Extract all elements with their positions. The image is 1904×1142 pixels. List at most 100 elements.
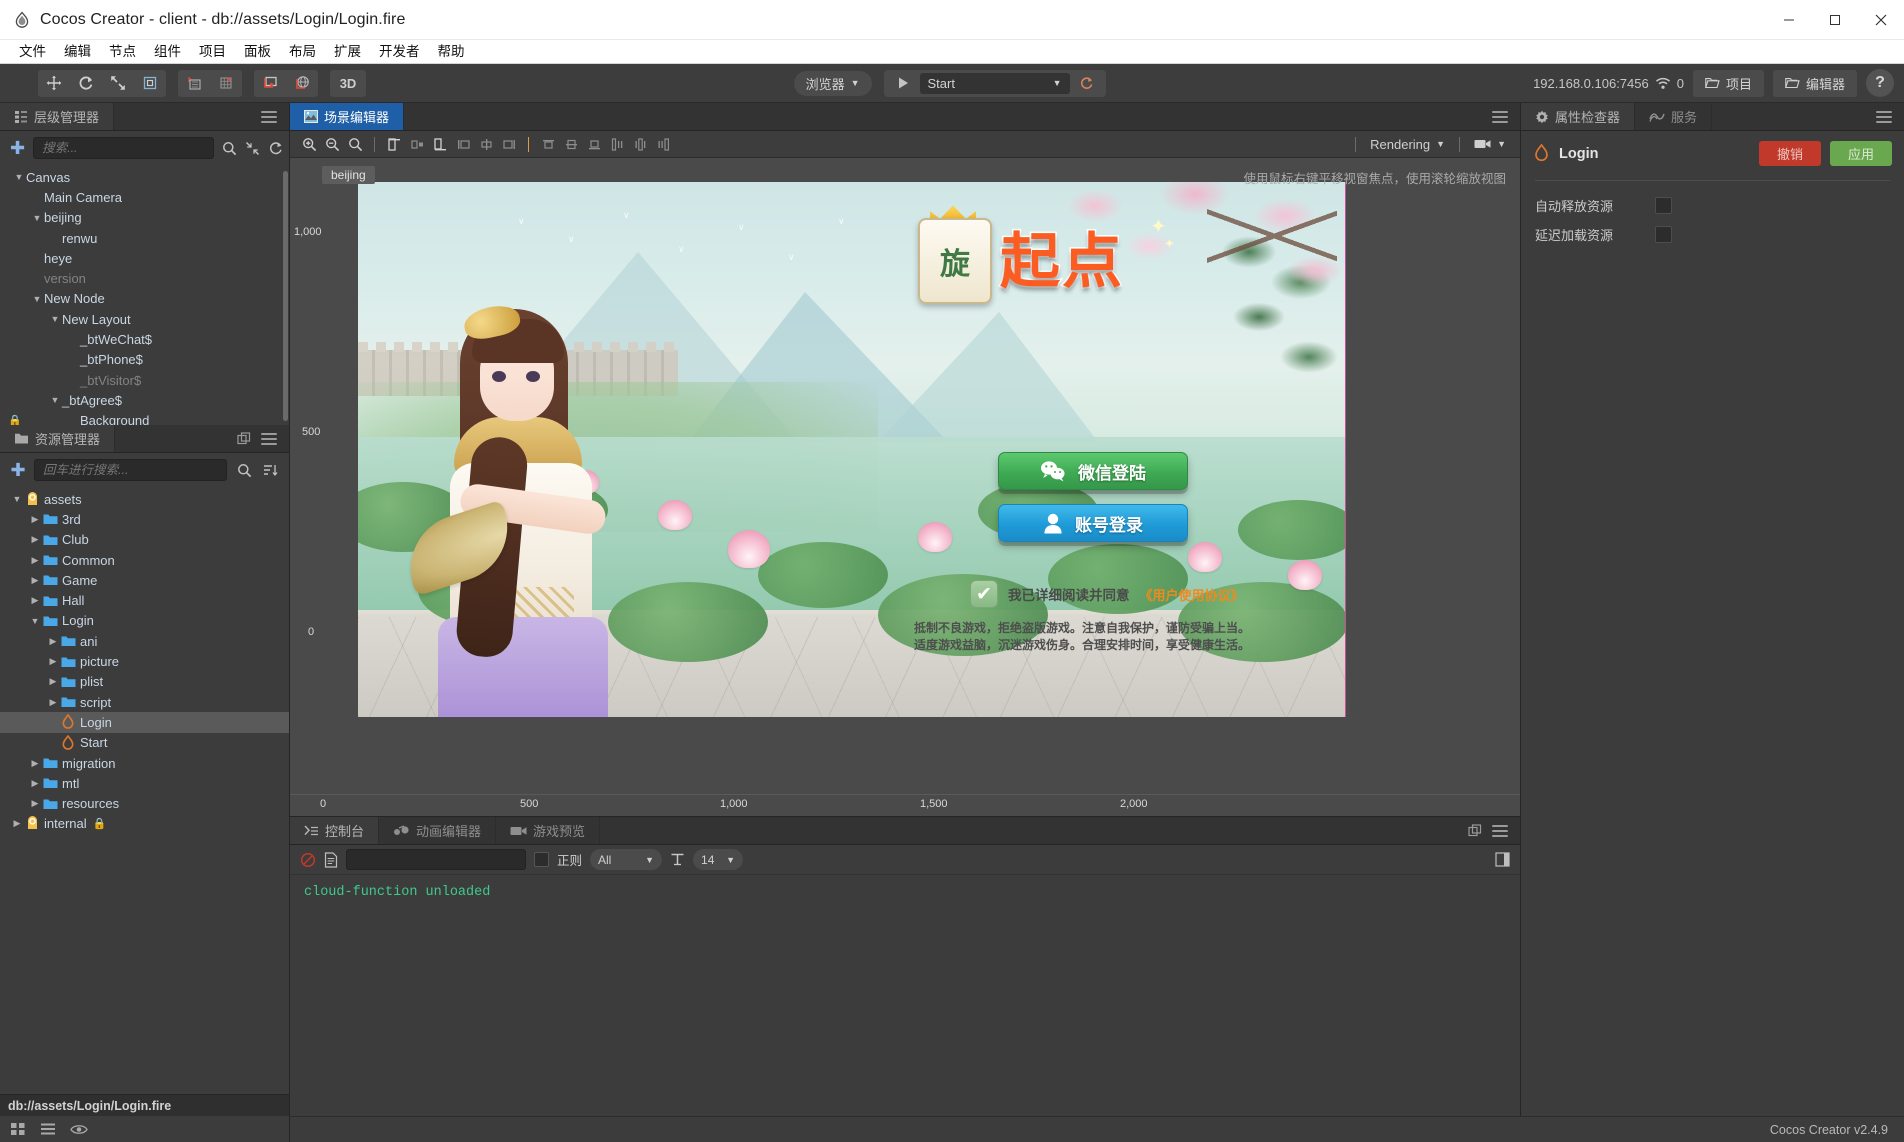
align-bottom-icon[interactable] [583,133,605,155]
hierarchy-node-main-camera[interactable]: Main Camera [0,187,289,207]
distribute-center-icon[interactable] [475,133,497,155]
search-icon[interactable] [222,141,237,156]
chevron-right-icon[interactable]: ▶ [46,676,60,687]
asset-item-login[interactable]: ▼ Login [0,611,289,631]
assets-tree[interactable]: ▼ assets ▶ 3rd ▶ Club ▶ Common ▶ Game ▶ Hall ▼ Login ▶… [0,487,289,1094]
chevron-right-icon[interactable]: ▶ [28,514,42,525]
dimension-toggle-button[interactable]: 3D [330,69,366,97]
asset-item-script[interactable]: ▶ script [0,692,289,712]
align-vertical-center-icon[interactable] [560,133,582,155]
hierarchy-node-renwu[interactable]: renwu [0,228,289,248]
clear-icon[interactable] [300,852,316,868]
property-lazy-load-checkbox[interactable] [1655,226,1672,243]
chevron-right-icon[interactable]: ▶ [28,595,42,606]
file-icon[interactable] [324,851,338,868]
asset-item-hall[interactable]: ▶ Hall [0,590,289,610]
close-button[interactable] [1858,0,1904,40]
tab-game-preview[interactable]: 游戏预览 [496,817,601,844]
chevron-down-icon[interactable]: ▼ [30,213,44,223]
chevron-right-icon[interactable]: ▶ [28,778,42,789]
align-left-icon[interactable] [383,133,405,155]
wechat-login-button[interactable]: 微信登陆 [998,452,1188,490]
pivot-anchor-icon[interactable] [178,70,210,97]
menu-item-project[interactable]: 项目 [190,41,235,63]
move-tool-icon[interactable] [38,70,70,97]
asset-item-ani[interactable]: ▶ ani [0,631,289,651]
chevron-down-icon[interactable]: ▼ [28,616,42,626]
camera-dropdown[interactable]: ▼ [1468,138,1512,150]
hierarchy-node-heye[interactable]: heye [0,248,289,268]
menu-item-developer[interactable]: 开发者 [370,41,429,63]
hamburger-icon[interactable] [1492,822,1508,840]
chevron-right-icon[interactable]: ▶ [46,656,60,667]
plus-icon[interactable]: ✚ [10,461,26,479]
chevron-right-icon[interactable]: ▶ [28,555,42,566]
hierarchy-node--btagree-[interactable]: ▼ _btAgree$ [0,390,289,410]
global-coord-icon[interactable] [286,70,318,97]
chevron-down-icon[interactable]: ▼ [12,172,26,182]
pivot-center-icon[interactable] [210,70,242,97]
list-view-icon[interactable] [40,1122,56,1136]
lock-icon[interactable]: 🔒 [8,414,22,425]
start-scene-dropdown[interactable]: Start ▼ [919,72,1070,94]
hierarchy-tree[interactable]: ▼ Canvas Main Camera ▼ beijing renwu heye versi… [0,165,289,425]
menu-item-node[interactable]: 节点 [100,41,145,63]
chevron-down-icon[interactable]: ▼ [30,294,44,304]
align-right-icon[interactable] [429,133,451,155]
popout-icon[interactable] [1468,823,1482,838]
chevron-right-icon[interactable]: ▶ [28,534,42,545]
collapse-panel-icon[interactable] [1495,852,1510,867]
asset-item-3rd[interactable]: ▶ 3rd [0,509,289,529]
sort-icon[interactable] [261,463,279,478]
asset-item-picture[interactable]: ▶ picture [0,651,289,671]
menu-item-component[interactable]: 组件 [145,41,190,63]
assets-search-input[interactable] [34,459,227,481]
search-icon[interactable] [235,463,253,478]
hierarchy-node--btwechat-[interactable]: _btWeChat$ [0,329,289,349]
agreement-checkbox[interactable]: ✔ [970,580,998,608]
asset-item-resources[interactable]: ▶ resources [0,793,289,813]
open-project-button[interactable]: 项目 [1692,69,1764,97]
asset-item-common[interactable]: ▶ Common [0,550,289,570]
scene-canvas-area[interactable]: ∨ ∨ ∨ ∨ ∨ ∨ ∨ 旋 起点 ✦ ✦ 微信登陆 账号登录 ✔ 我已详细阅… [328,158,1520,794]
chevron-down-icon[interactable]: ▼ [48,395,62,405]
asset-item-start[interactable]: Start [0,733,289,753]
asset-item-plist[interactable]: ▶ plist [0,672,289,692]
asset-item-club[interactable]: ▶ Club [0,530,289,550]
console-log-area[interactable]: cloud-function unloaded [290,875,1520,1116]
tab-hierarchy[interactable]: 层级管理器 [0,103,115,130]
log-level-dropdown[interactable]: All ▼ [590,849,663,870]
asset-item-migration[interactable]: ▶ migration [0,753,289,773]
chevron-right-icon[interactable]: ▶ [46,636,60,647]
hierarchy-node-version[interactable]: version [0,268,289,288]
console-filter-input[interactable] [346,849,526,870]
hamburger-icon[interactable] [261,108,277,126]
chevron-down-icon[interactable]: ▼ [10,494,24,504]
menu-item-layout[interactable]: 布局 [280,41,325,63]
tab-scene-editor[interactable]: 场景编辑器 [290,103,405,130]
hierarchy-node-canvas[interactable]: ▼ Canvas [0,167,289,187]
tab-assets[interactable]: 资源管理器 [0,425,116,452]
hamburger-icon[interactable] [1492,108,1508,126]
hamburger-icon[interactable] [1876,108,1892,126]
align-horizontal-center-icon[interactable] [406,133,428,155]
preview-target-dropdown[interactable]: 浏览器 ▼ [793,70,872,96]
eye-icon[interactable] [70,1123,88,1136]
hierarchy-node-new-layout[interactable]: ▼ New Layout [0,309,289,329]
hamburger-icon[interactable] [261,430,277,448]
menu-item-panel[interactable]: 面板 [235,41,280,63]
rotate-tool-icon[interactable] [70,70,102,97]
scene-viewport-wrap[interactable]: beijing 使用鼠标右键平移视窗焦点，使用滚轮缩放视图 1,000 500 … [290,158,1520,816]
distribute-bottom-icon[interactable] [652,133,674,155]
hierarchy-node--btvisitor-[interactable]: _btVisitor$ [0,370,289,390]
property-auto-release-checkbox[interactable] [1655,197,1672,214]
distribute-left-icon[interactable] [452,133,474,155]
maximize-button[interactable] [1812,0,1858,40]
refresh-button[interactable] [1072,71,1102,96]
chevron-right-icon[interactable]: ▶ [28,575,42,586]
menu-item-help[interactable]: 帮助 [429,41,474,63]
hierarchy-node-beijing[interactable]: ▼ beijing [0,208,289,228]
minimize-button[interactable] [1766,0,1812,40]
hierarchy-node--btphone-[interactable]: _btPhone$ [0,350,289,370]
font-size-dropdown[interactable]: 14 ▼ [693,849,744,870]
